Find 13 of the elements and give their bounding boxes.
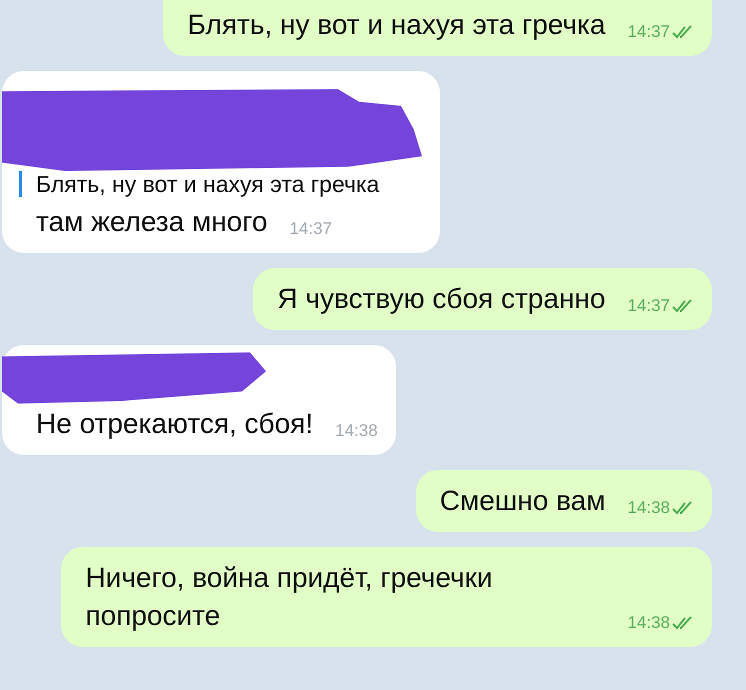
message-text: Не отрекаются, сбоя! xyxy=(36,407,314,441)
message-text: там железа много xyxy=(36,205,268,239)
message-time: 14:37 xyxy=(627,22,670,42)
message-time: 14:38 xyxy=(335,421,378,441)
message-text: Блять, ну вот и нахуя эта гречка xyxy=(187,8,606,42)
message-time: 14:38 xyxy=(627,498,670,518)
message-time: 14:38 xyxy=(627,613,670,633)
message-time: 14:37 xyxy=(627,296,670,316)
message-text: Смешно вам xyxy=(440,484,606,518)
quoted-message[interactable]: Блять, ну вот и нахуя эта гречка xyxy=(19,171,422,197)
message-text: Ничего, война придёт, гречечки попросите xyxy=(85,561,494,633)
message-text: Я чувствую сбоя странно xyxy=(277,282,606,316)
message-time: 14:37 xyxy=(289,219,332,239)
